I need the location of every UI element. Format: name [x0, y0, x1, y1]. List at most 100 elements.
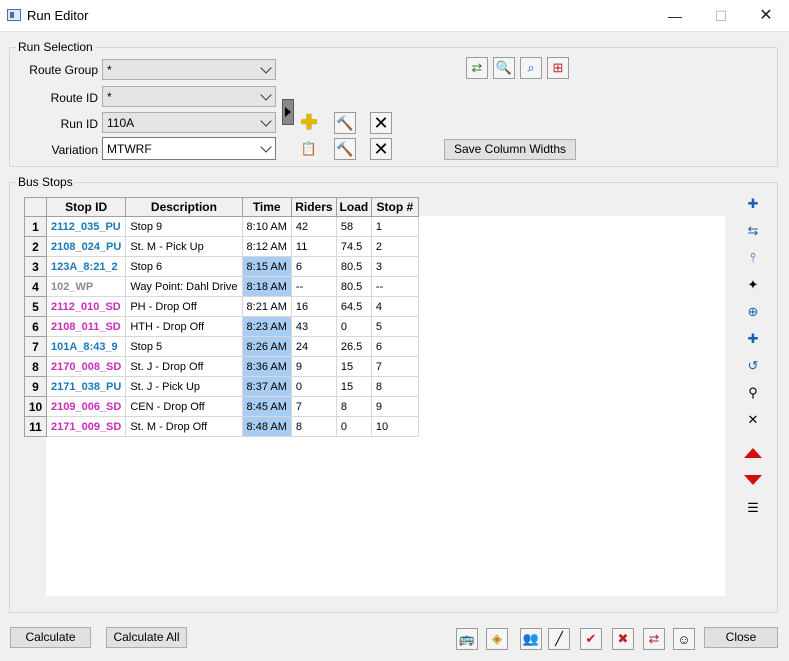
add-stop-button[interactable]: ✚	[741, 191, 765, 215]
route-group-select[interactable]: *	[102, 59, 276, 80]
load-cell[interactable]: 64.5	[335, 296, 372, 317]
column-header[interactable]: Load	[335, 197, 372, 217]
auto-assign-button[interactable]: ✦	[741, 272, 765, 296]
calculate-all-button[interactable]: Calculate All	[106, 627, 187, 648]
load-cell[interactable]: 8	[335, 396, 372, 417]
row-number[interactable]: 11	[24, 416, 47, 437]
delete-run-button[interactable]: ✕	[370, 112, 392, 134]
reorder-button[interactable]: ☰	[741, 495, 765, 519]
stop-id-cell[interactable]: 123A_8:21_2	[45, 256, 127, 277]
time-cell[interactable]: 8:45 AM	[241, 396, 292, 417]
description-cell[interactable]: St. J - Pick Up	[125, 376, 243, 397]
stop-number-cell[interactable]: 9	[370, 396, 419, 417]
run-id-select[interactable]: 110A	[102, 112, 276, 133]
load-cell[interactable]: 58	[335, 216, 372, 237]
table-row[interactable]: 6 2108_011_SD HTH - Drop Off 8:23 AM 43 0 5	[24, 316, 419, 337]
stop-id-cell[interactable]: 2112_035_PU	[45, 216, 127, 237]
riders-cell[interactable]: 43	[290, 316, 337, 337]
table-row[interactable]: 5 2112_010_SD PH - Drop Off 8:21 AM 16 64.5 4	[24, 296, 419, 317]
description-cell[interactable]: CEN - Drop Off	[125, 396, 243, 417]
driver-button[interactable]: ☺	[673, 628, 695, 650]
riders-cell[interactable]: --	[290, 276, 337, 297]
time-cell[interactable]: 8:36 AM	[241, 356, 292, 377]
row-number[interactable]: 3	[24, 256, 47, 277]
variation-select[interactable]: MTWRF	[102, 137, 276, 160]
students-button[interactable]: 👥	[520, 628, 542, 650]
magnify-button[interactable]: 🔍	[493, 57, 515, 79]
time-cell[interactable]: 8:18 AM	[241, 276, 292, 297]
load-cell[interactable]: 0	[335, 316, 372, 337]
rider-remove-button[interactable]: ✖	[612, 628, 634, 650]
grid-map-button[interactable]: ⊞	[547, 57, 569, 79]
riders-cell[interactable]: 6	[290, 256, 337, 277]
row-number[interactable]: 9	[24, 376, 47, 397]
map-route-button[interactable]: ⇄	[466, 57, 488, 79]
load-cell[interactable]: 74.5	[335, 236, 372, 257]
table-row[interactable]: 8 2170_008_SD St. J - Drop Off 8:36 AM 9 15 7	[24, 356, 419, 377]
riders-cell[interactable]: 11	[290, 236, 337, 257]
stop-id-cell[interactable]: 2109_006_SD	[45, 396, 127, 417]
load-cell[interactable]: 80.5	[335, 276, 372, 297]
stop-number-cell[interactable]: 5	[370, 316, 419, 337]
load-cell[interactable]: 15	[335, 356, 372, 377]
expand-arrow-icon[interactable]	[282, 99, 294, 125]
add-run-button[interactable]: ✚	[298, 112, 320, 134]
save-column-widths-button[interactable]: Save Column Widths	[444, 139, 576, 160]
route-id-select[interactable]: *	[102, 86, 276, 107]
time-cell[interactable]: 8:10 AM	[241, 216, 292, 237]
description-cell[interactable]: Stop 9	[125, 216, 243, 237]
riders-cell[interactable]: 24	[290, 336, 337, 357]
row-number[interactable]: 5	[24, 296, 47, 317]
table-row[interactable]: 7 101A_8:43_9 Stop 5 8:26 AM 24 26.5 6	[24, 336, 419, 357]
table-row[interactable]: 11 2171_009_SD St. M - Drop Off 8:48 AM 8 0 10	[24, 416, 419, 437]
time-cell[interactable]: 8:37 AM	[241, 376, 292, 397]
stop-id-cell[interactable]: 102_WP	[45, 276, 127, 297]
column-header[interactable]: Riders	[290, 197, 337, 217]
edit-variation-button[interactable]: 🔨	[334, 138, 356, 160]
row-number[interactable]: 7	[24, 336, 47, 357]
description-cell[interactable]: St. M - Drop Off	[125, 416, 243, 437]
stop-number-cell[interactable]: 7	[370, 356, 419, 377]
calculate-button[interactable]: Calculate	[10, 627, 91, 648]
load-cell[interactable]: 0	[335, 416, 372, 437]
bus-add-button[interactable]: 🚌	[456, 628, 478, 650]
row-number[interactable]: 1	[24, 216, 47, 237]
close-button[interactable]: Close	[704, 627, 778, 648]
add-waypoint-button[interactable]: ✚	[741, 326, 765, 350]
minimize-button[interactable]: —	[652, 0, 698, 32]
stop-id-cell[interactable]: 2171_038_PU	[45, 376, 127, 397]
table-row[interactable]: 3 123A_8:21_2 Stop 6 8:15 AM 6 80.5 3	[24, 256, 419, 277]
time-cell[interactable]: 8:48 AM	[241, 416, 292, 437]
stop-number-cell[interactable]: 10	[370, 416, 419, 437]
stop-id-cell[interactable]: 2171_009_SD	[45, 416, 127, 437]
maximize-button[interactable]: ☐	[698, 0, 744, 32]
rider-swap-button[interactable]: ⇄	[643, 628, 665, 650]
stop-id-cell[interactable]: 2170_008_SD	[45, 356, 127, 377]
copy-variation-button[interactable]: 📋	[298, 138, 320, 160]
riders-cell[interactable]: 7	[290, 396, 337, 417]
description-cell[interactable]: Way Point: Dahl Drive	[125, 276, 243, 297]
wand-button[interactable]: ╱	[548, 628, 570, 650]
stop-id-cell[interactable]: 101A_8:43_9	[45, 336, 127, 357]
move-down-button[interactable]	[741, 468, 765, 492]
description-cell[interactable]: Stop 5	[125, 336, 243, 357]
delete-variation-button[interactable]: ✕	[370, 138, 392, 160]
description-cell[interactable]: St. J - Drop Off	[125, 356, 243, 377]
description-cell[interactable]: PH - Drop Off	[125, 296, 243, 317]
description-cell[interactable]: Stop 6	[125, 256, 243, 277]
column-header[interactable]: Time	[241, 197, 292, 217]
stop-id-cell[interactable]: 2108_024_PU	[45, 236, 127, 257]
load-cell[interactable]: 26.5	[335, 336, 372, 357]
load-cell[interactable]: 15	[335, 376, 372, 397]
insert-stop-button[interactable]: ⫯	[741, 245, 765, 269]
swap-stops-button[interactable]: ⇆	[741, 218, 765, 242]
remove-stop-button[interactable]: ✕	[741, 407, 765, 431]
row-number[interactable]: 10	[24, 396, 47, 417]
time-cell[interactable]: 8:26 AM	[241, 336, 292, 357]
riders-cell[interactable]: 8	[290, 416, 337, 437]
return-stop-button[interactable]: ↺	[741, 353, 765, 377]
description-cell[interactable]: HTH - Drop Off	[125, 316, 243, 337]
bus-route-button[interactable]: ◈	[486, 628, 508, 650]
row-number[interactable]: 6	[24, 316, 47, 337]
riders-cell[interactable]: 16	[290, 296, 337, 317]
